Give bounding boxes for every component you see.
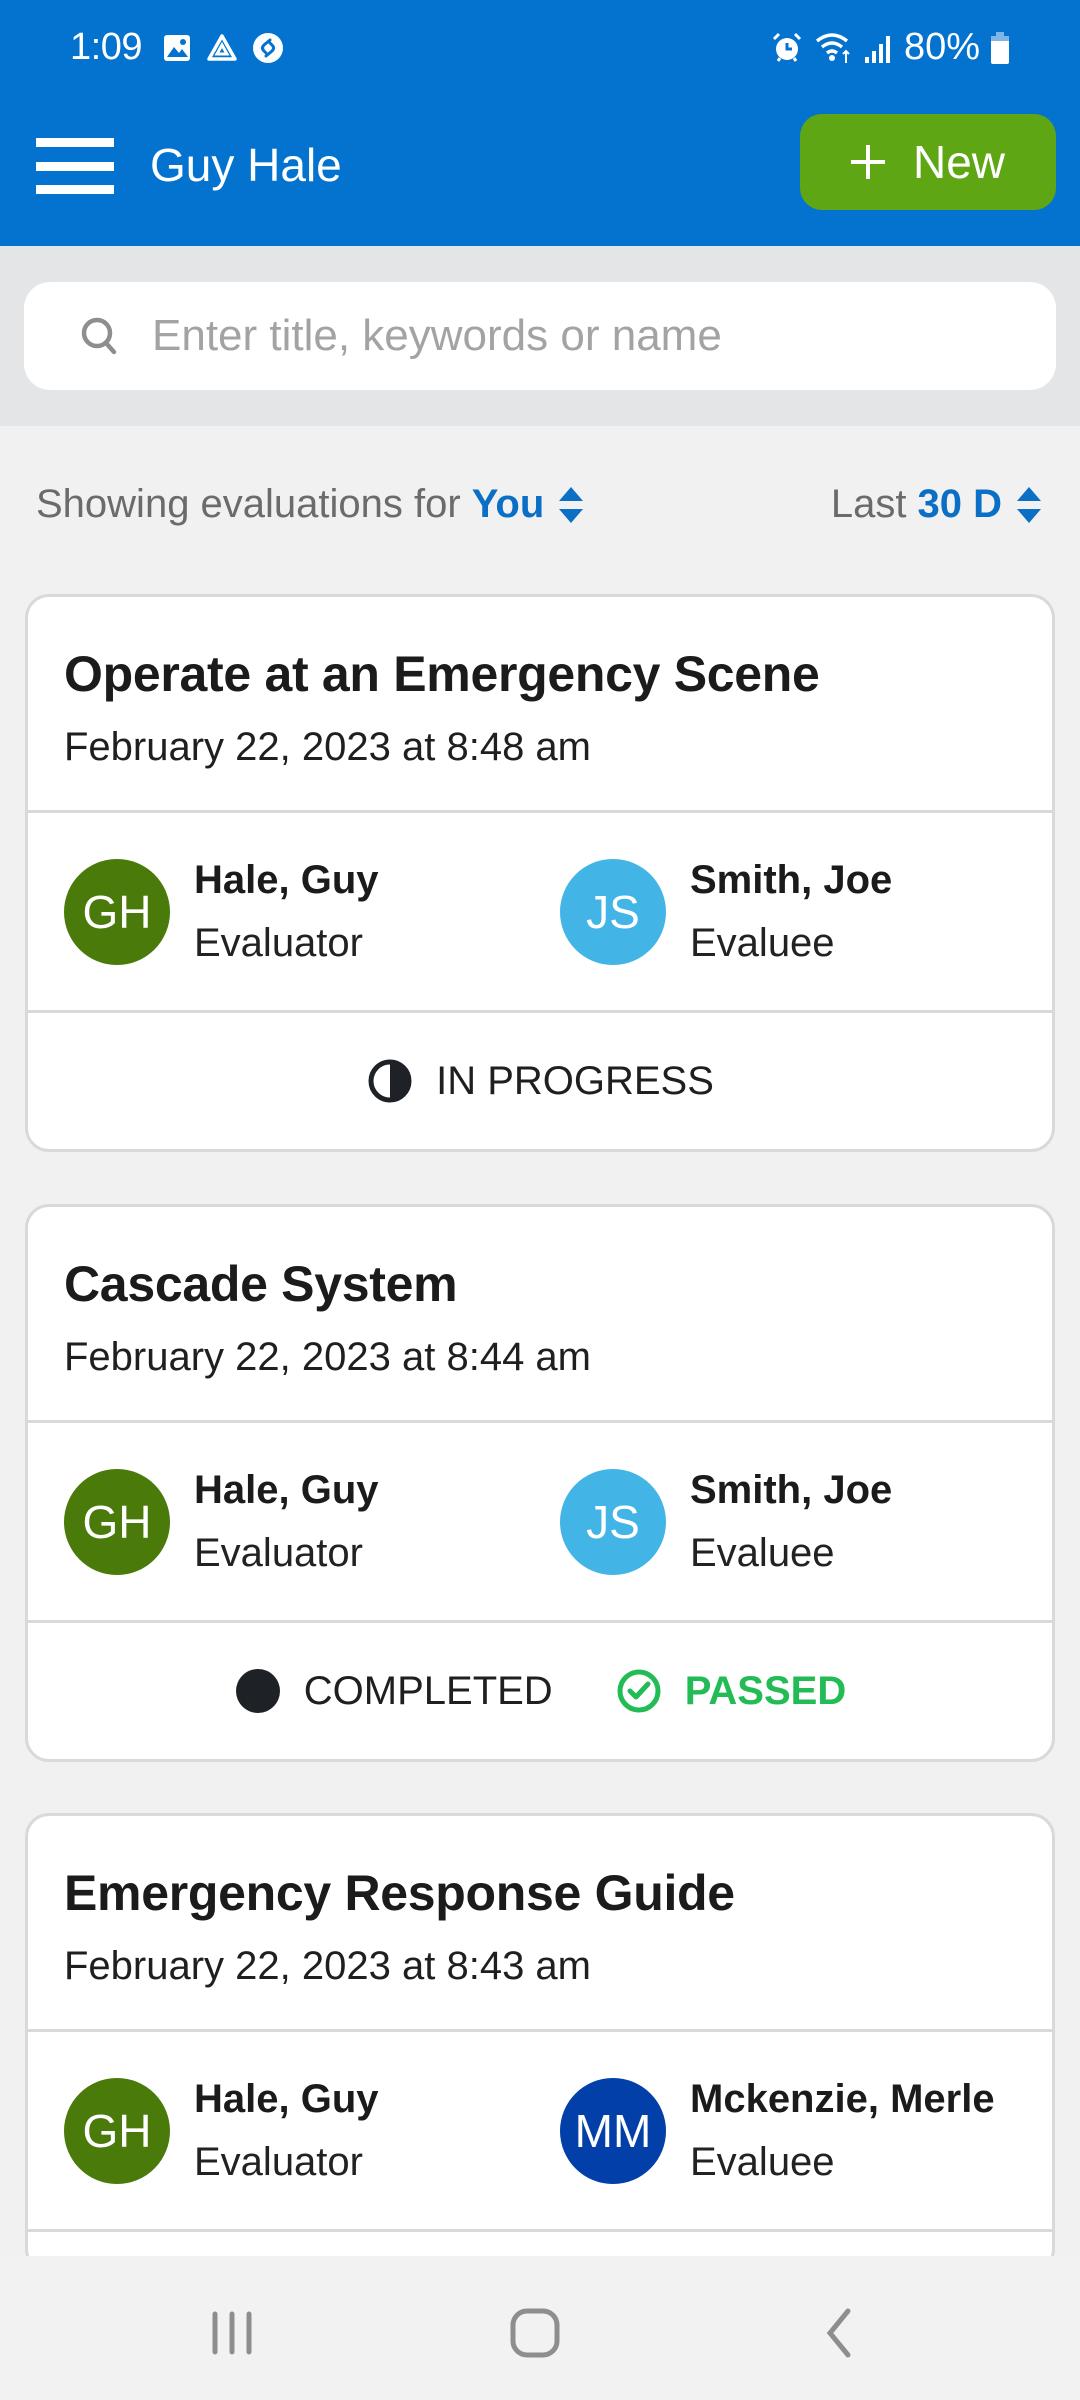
search-box[interactable] bbox=[24, 282, 1056, 390]
avatar: GH bbox=[64, 859, 170, 965]
new-button-label: New bbox=[912, 136, 1006, 188]
notification-icons bbox=[162, 32, 284, 64]
signal-icon bbox=[864, 35, 890, 63]
alarm-icon bbox=[772, 32, 801, 62]
battery-percent: 80% bbox=[903, 26, 980, 68]
evaluation-title: Emergency Response Guide bbox=[64, 1865, 735, 1921]
avatar: JS bbox=[560, 1469, 666, 1575]
sort-arrows-icon bbox=[1017, 486, 1041, 523]
evaluator-role: Evaluator bbox=[194, 1531, 363, 1575]
evaluation-card[interactable]: Operate at an Emergency Scene February 2… bbox=[25, 594, 1055, 1152]
evaluation-date: February 22, 2023 at 8:43 am bbox=[64, 1944, 591, 1988]
back-button[interactable] bbox=[783, 2298, 893, 2368]
new-evaluation-button[interactable]: New bbox=[800, 114, 1056, 210]
evaluation-title: Cascade System bbox=[64, 1256, 458, 1312]
drive-icon bbox=[207, 34, 237, 61]
wifi-icon bbox=[815, 32, 850, 63]
evaluator-name: Hale, Guy bbox=[194, 858, 379, 902]
filled-circle-completed-icon bbox=[235, 1669, 280, 1713]
app-title: Guy Hale bbox=[150, 139, 342, 191]
result-text: PASSED bbox=[684, 1668, 847, 1713]
clock: 1:09 bbox=[70, 26, 142, 68]
battery-icon bbox=[991, 31, 1009, 64]
sort-arrows-icon bbox=[559, 486, 584, 523]
showing-label: Showing evaluations for bbox=[36, 482, 461, 526]
avatar: JS bbox=[560, 859, 666, 965]
evaluation-card[interactable]: Emergency Response Guide February 22, 20… bbox=[25, 1813, 1055, 2273]
evaluee: MM Mckenzie, Merle Evaluee bbox=[560, 2077, 995, 2185]
evaluee-name: Mckenzie, Merle bbox=[690, 2077, 995, 2121]
recent-apps-button[interactable] bbox=[177, 2298, 287, 2368]
evaluator-name: Hale, Guy bbox=[194, 1468, 379, 1512]
hamburger-menu-icon[interactable] bbox=[36, 136, 116, 196]
card-header: Emergency Response Guide February 22, 20… bbox=[28, 1816, 1052, 2032]
evaluee-role: Evaluee bbox=[690, 2140, 835, 2184]
filter-row: Showing evaluations for You Last 30 D bbox=[0, 470, 1080, 540]
avatar: MM bbox=[560, 2078, 666, 2184]
back-icon bbox=[826, 2308, 851, 2358]
gallery-icon bbox=[164, 35, 190, 61]
shazam-icon bbox=[253, 33, 283, 63]
system-navigation-bar bbox=[0, 2256, 1080, 2400]
evaluee-name: Smith, Joe bbox=[690, 1468, 893, 1512]
avatar: GH bbox=[64, 2078, 170, 2184]
evaluator-role: Evaluator bbox=[194, 2140, 363, 2184]
search-icon bbox=[81, 317, 117, 355]
evaluator-role: Evaluator bbox=[194, 921, 363, 965]
home-icon bbox=[510, 2308, 560, 2358]
date-range-selector[interactable]: Last 30 D bbox=[831, 482, 1044, 527]
status-text: COMPLETED bbox=[303, 1668, 553, 1713]
evaluator-name: Hale, Guy bbox=[194, 2077, 379, 2121]
evaluee-role: Evaluee bbox=[690, 1531, 835, 1575]
evaluator: GH Hale, Guy Evaluator bbox=[64, 858, 379, 966]
avatar: GH bbox=[64, 1469, 170, 1575]
status-badge: COMPLETED bbox=[234, 1667, 553, 1715]
check-circle-icon bbox=[617, 1669, 661, 1713]
recent-apps-icon bbox=[212, 2311, 252, 2355]
card-header: Operate at an Emergency Scene February 2… bbox=[28, 597, 1052, 813]
evaluator: GH Hale, Guy Evaluator bbox=[64, 1468, 379, 1576]
showing-value: You bbox=[471, 482, 545, 526]
status-text: IN PROGRESS bbox=[436, 1058, 714, 1103]
card-status: IN PROGRESS bbox=[28, 1013, 1052, 1149]
evaluator: GH Hale, Guy Evaluator bbox=[64, 2077, 379, 2185]
card-participants: GH Hale, Guy Evaluator MM Mckenzie, Merl… bbox=[28, 2032, 1052, 2232]
range-value: 30 D bbox=[917, 482, 1003, 526]
result-badge: PASSED bbox=[615, 1667, 847, 1715]
evaluation-date: February 22, 2023 at 8:44 am bbox=[64, 1335, 591, 1379]
evaluation-date: February 22, 2023 at 8:48 am bbox=[64, 725, 591, 769]
evaluee: JS Smith, Joe Evaluee bbox=[560, 1468, 892, 1576]
home-button[interactable] bbox=[480, 2298, 590, 2368]
plus-icon bbox=[850, 145, 885, 179]
status-badge: IN PROGRESS bbox=[366, 1057, 714, 1105]
card-header: Cascade System February 22, 2023 at 8:44… bbox=[28, 1207, 1052, 1423]
evaluation-card[interactable]: Cascade System February 22, 2023 at 8:44… bbox=[25, 1204, 1055, 1762]
card-participants: GH Hale, Guy Evaluator JS Smith, Joe Eva… bbox=[28, 1423, 1052, 1623]
half-circle-in-progress-icon bbox=[368, 1059, 412, 1103]
card-participants: GH Hale, Guy Evaluator JS Smith, Joe Eva… bbox=[28, 813, 1052, 1013]
range-label: Last bbox=[830, 482, 907, 526]
card-status: COMPLETED PASSED bbox=[28, 1623, 1052, 1759]
evaluee: JS Smith, Joe Evaluee bbox=[560, 858, 892, 966]
evaluations-for-selector[interactable]: Showing evaluations for You bbox=[36, 482, 586, 527]
system-icons: 80% bbox=[770, 26, 1010, 69]
search-input[interactable] bbox=[152, 311, 1032, 361]
search-section bbox=[0, 246, 1080, 426]
evaluation-title: Operate at an Emergency Scene bbox=[64, 646, 820, 702]
app-bar: Guy Hale New bbox=[0, 100, 1080, 246]
evaluee-name: Smith, Joe bbox=[690, 858, 893, 902]
status-bar: 1:09 80% bbox=[0, 0, 1080, 100]
evaluee-role: Evaluee bbox=[690, 921, 835, 965]
